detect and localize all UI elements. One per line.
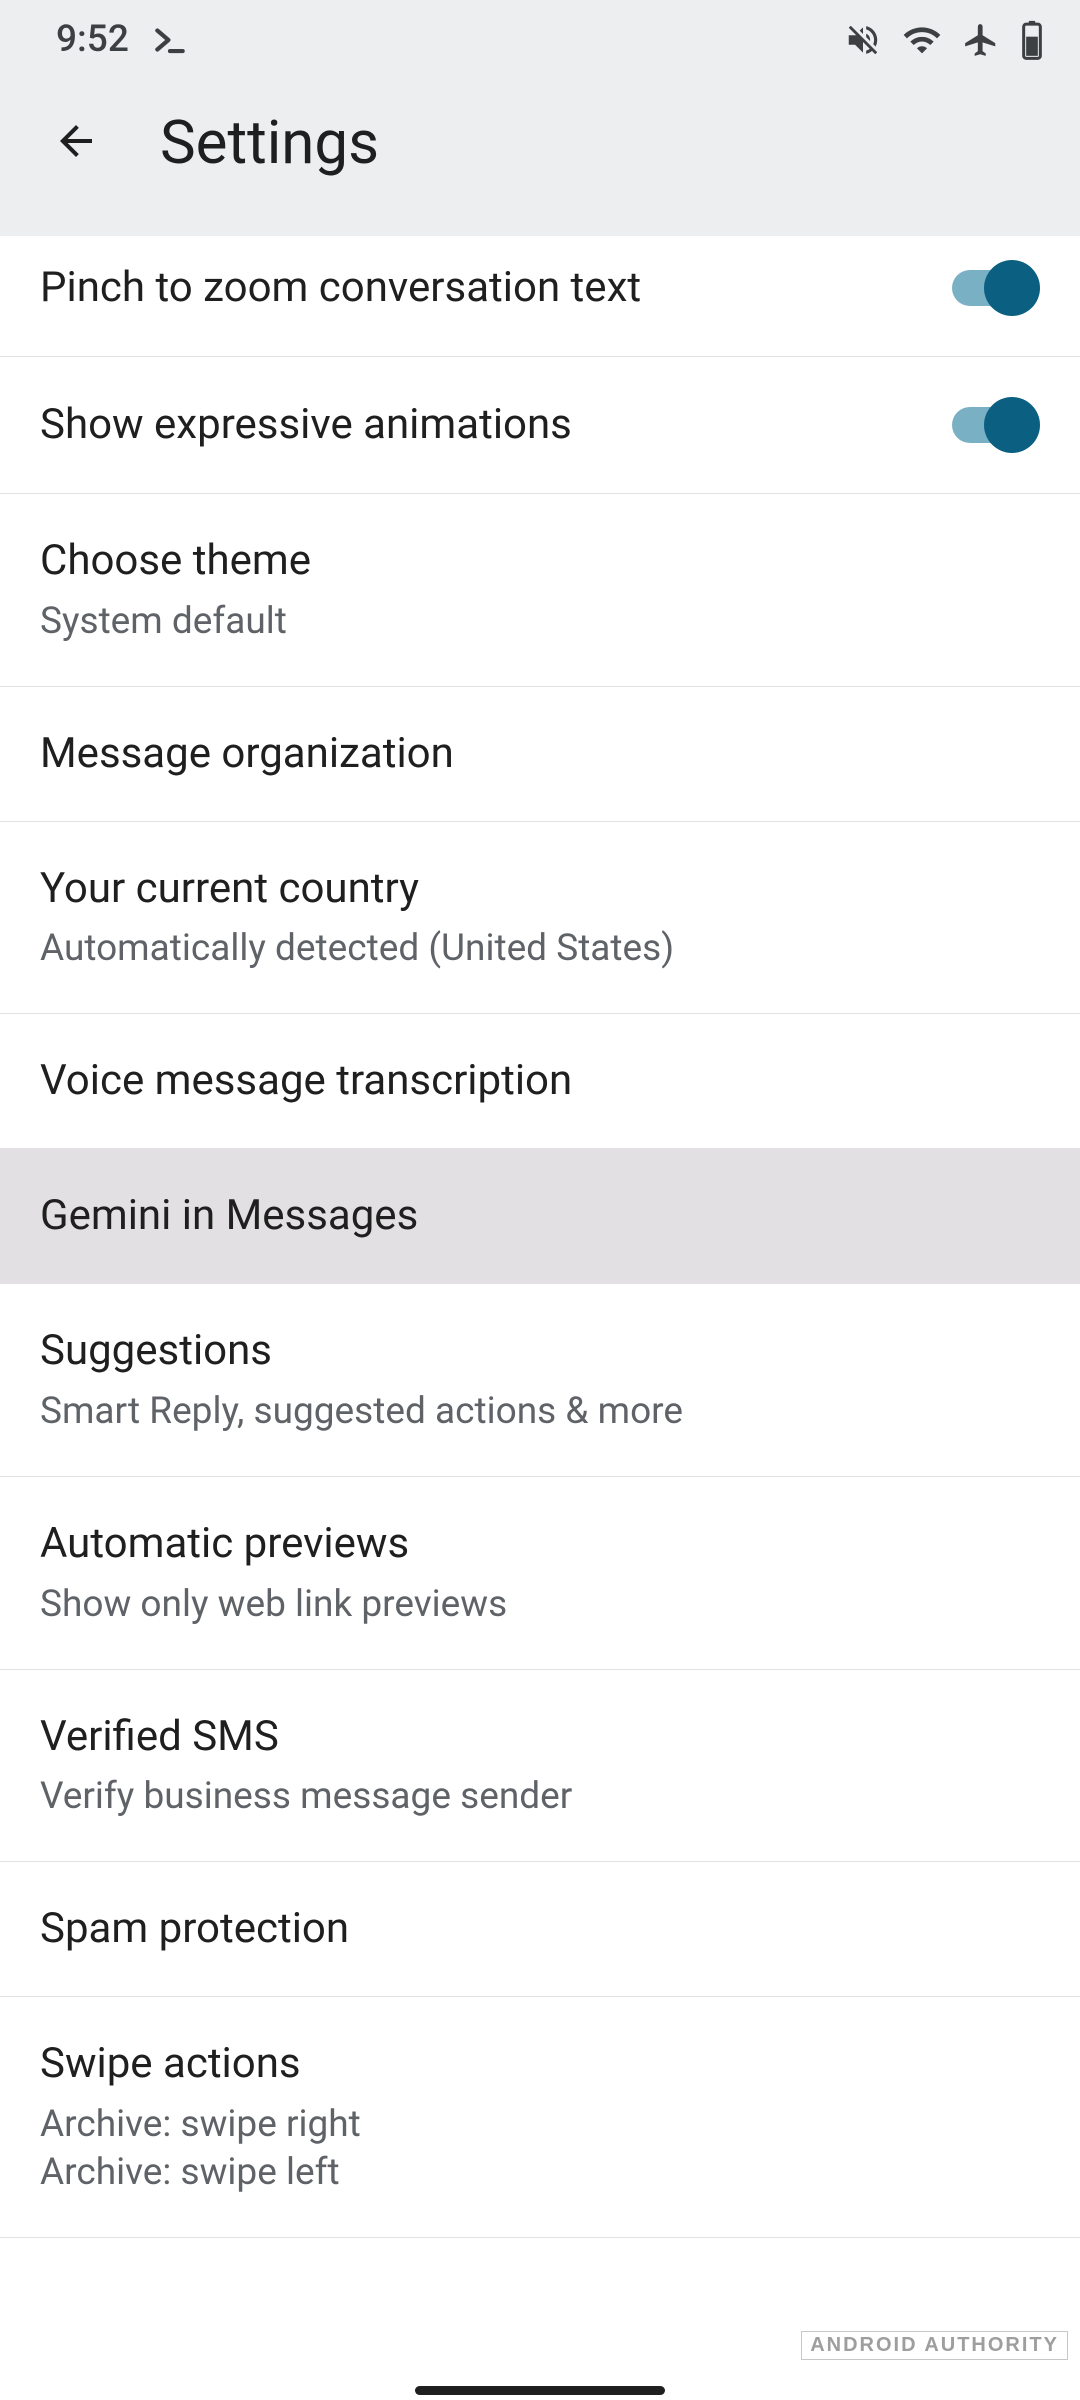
status-time: 9:52 xyxy=(56,18,129,61)
row-pinch-zoom[interactable]: Pinch to zoom conversation text xyxy=(0,236,1080,357)
row-suggestions[interactable]: Suggestions Smart Reply, suggested actio… xyxy=(0,1284,1080,1477)
row-theme[interactable]: Choose theme System default xyxy=(0,494,1080,687)
row-subtitle: System default xyxy=(40,598,1040,646)
row-title: Verified SMS xyxy=(40,1710,1040,1764)
app-bar: Settings xyxy=(0,73,1080,236)
row-voice-transcription[interactable]: Voice message transcription xyxy=(0,1014,1080,1149)
row-subtitle: Show only web link previews xyxy=(40,1581,1040,1629)
airplane-icon xyxy=(962,21,1000,59)
row-title: Your current country xyxy=(40,862,1040,916)
row-organization[interactable]: Message organization xyxy=(0,687,1080,822)
row-subtitle: Smart Reply, suggested actions & more xyxy=(40,1388,1040,1436)
battery-icon xyxy=(1020,20,1044,60)
row-subtitle: Automatically detected (United States) xyxy=(40,925,1040,973)
row-swipe-actions[interactable]: Swipe actions Archive: swipe right Archi… xyxy=(0,1997,1080,2238)
row-spam[interactable]: Spam protection xyxy=(0,1862,1080,1997)
wifi-icon xyxy=(902,20,942,60)
row-verified-sms[interactable]: Verified SMS Verify business message sen… xyxy=(0,1670,1080,1863)
row-subtitle-2: Archive: swipe left xyxy=(40,2149,1040,2197)
row-title: Pinch to zoom conversation text xyxy=(40,261,952,315)
back-button[interactable] xyxy=(48,113,104,172)
row-title: Suggestions xyxy=(40,1324,1040,1378)
nav-pill-icon xyxy=(415,2386,665,2395)
terminal-icon xyxy=(151,21,189,59)
page-title: Settings xyxy=(160,107,379,178)
settings-list: Pinch to zoom conversation text Show exp… xyxy=(0,236,1080,2238)
row-title: Automatic previews xyxy=(40,1517,1040,1571)
status-right xyxy=(844,20,1044,60)
row-subtitle: Verify business message sender xyxy=(40,1773,1040,1821)
row-gemini[interactable]: Gemini in Messages xyxy=(0,1149,1080,1284)
row-title: Show expressive animations xyxy=(40,398,952,452)
row-title: Spam protection xyxy=(40,1902,1040,1956)
row-country[interactable]: Your current country Automatically detec… xyxy=(0,822,1080,1015)
watermark: ANDROID AUTHORITY xyxy=(801,2331,1068,2360)
row-title: Swipe actions xyxy=(40,2037,1040,2091)
toggle-animations[interactable] xyxy=(952,397,1040,453)
row-animations[interactable]: Show expressive animations xyxy=(0,357,1080,494)
row-title: Choose theme xyxy=(40,534,1040,588)
status-left: 9:52 xyxy=(56,18,189,61)
row-title: Gemini in Messages xyxy=(40,1189,1040,1243)
row-subtitle-1: Archive: swipe right xyxy=(40,2101,1040,2149)
status-bar: 9:52 xyxy=(0,0,1080,73)
mute-icon xyxy=(844,21,882,59)
toggle-pinch-zoom[interactable] xyxy=(952,260,1040,316)
row-title: Message organization xyxy=(40,727,1040,781)
row-previews[interactable]: Automatic previews Show only web link pr… xyxy=(0,1477,1080,1670)
row-title: Voice message transcription xyxy=(40,1054,1040,1108)
arrow-back-icon xyxy=(52,153,100,168)
